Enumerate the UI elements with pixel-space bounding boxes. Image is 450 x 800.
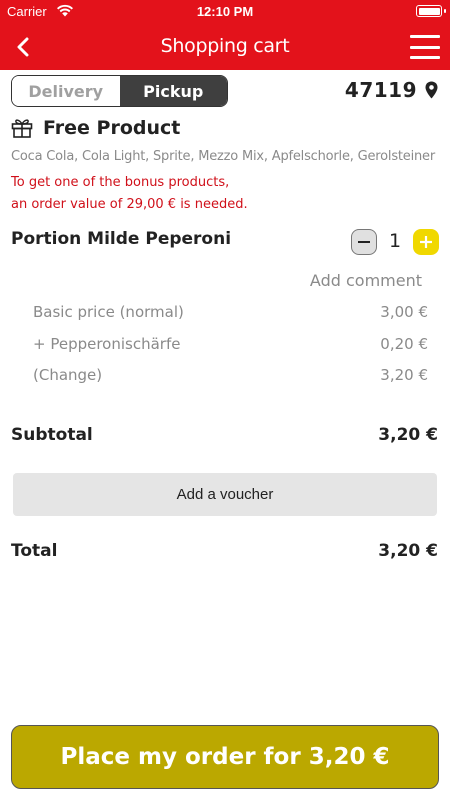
app-header: Carrier 12:10 PM Shopping cart: [0, 0, 450, 70]
price-value: 0,20 €: [380, 335, 428, 353]
hamburger-line: [410, 35, 440, 38]
place-order-button[interactable]: Place my order for 3,20 €: [11, 725, 439, 789]
price-label: (Change): [33, 366, 103, 384]
free-product-options: Coca Cola, Cola Light, Sprite, Mezzo Mix…: [11, 149, 435, 164]
hamburger-line: [410, 56, 440, 59]
subtotal-row: Subtotal 3,20 €: [11, 425, 438, 445]
total-value: 3,20 €: [378, 541, 438, 561]
increase-quantity-button[interactable]: [413, 229, 439, 255]
minus-icon: [358, 241, 370, 243]
add-voucher-button[interactable]: Add a voucher: [13, 473, 437, 516]
price-row: (Change) 3,20 €: [33, 366, 428, 388]
delivery-tab[interactable]: Delivery: [12, 76, 120, 106]
price-label: + Pepperonischärfe: [33, 335, 181, 353]
cart-item-name: Portion Milde Peperoni: [11, 229, 232, 249]
hamburger-line: [410, 45, 440, 49]
free-product-title: Free Product: [43, 117, 181, 139]
subtotal-value: 3,20 €: [378, 425, 438, 445]
menu-button[interactable]: [408, 32, 442, 62]
page-title: Shopping cart: [160, 35, 290, 57]
bonus-note-line: To get one of the bonus products,: [11, 175, 230, 190]
price-value: 3,00 €: [380, 303, 428, 321]
decrease-quantity-button[interactable]: [351, 229, 377, 255]
bonus-note-line: an order value of 29,00 € is needed.: [11, 197, 248, 212]
subtotal-label: Subtotal: [11, 425, 93, 445]
item-quantity: 1: [388, 230, 402, 252]
price-row: + Pepperonischärfe 0,20 €: [33, 335, 428, 357]
total-row: Total 3,20 €: [11, 541, 438, 561]
shopping-cart-screen: Carrier 12:10 PM Shopping cart Delivery …: [0, 0, 450, 800]
plus-icon: [420, 236, 432, 248]
status-time: 12:10 PM: [196, 4, 254, 19]
store-number: 47119: [344, 78, 417, 102]
price-row: Basic price (normal) 3,00 €: [33, 303, 428, 325]
delivery-mode-toggle: Delivery Pickup: [11, 75, 228, 107]
nav-bar: Shopping cart: [0, 24, 450, 70]
status-bar: Carrier 12:10 PM: [0, 0, 450, 24]
total-label: Total: [11, 541, 58, 561]
gift-icon: [11, 119, 33, 138]
store-selector[interactable]: 47119: [345, 78, 438, 102]
price-value: 3,20 €: [380, 366, 428, 384]
pickup-tab[interactable]: Pickup: [119, 76, 227, 106]
location-pin-icon: [425, 81, 438, 99]
bonus-requirement-note: To get one of the bonus products, an ord…: [11, 172, 248, 216]
add-comment-link[interactable]: Add comment: [310, 271, 422, 290]
battery-icon: [416, 5, 446, 17]
free-product-header: Free Product: [11, 117, 180, 139]
price-label: Basic price (normal): [33, 303, 184, 321]
